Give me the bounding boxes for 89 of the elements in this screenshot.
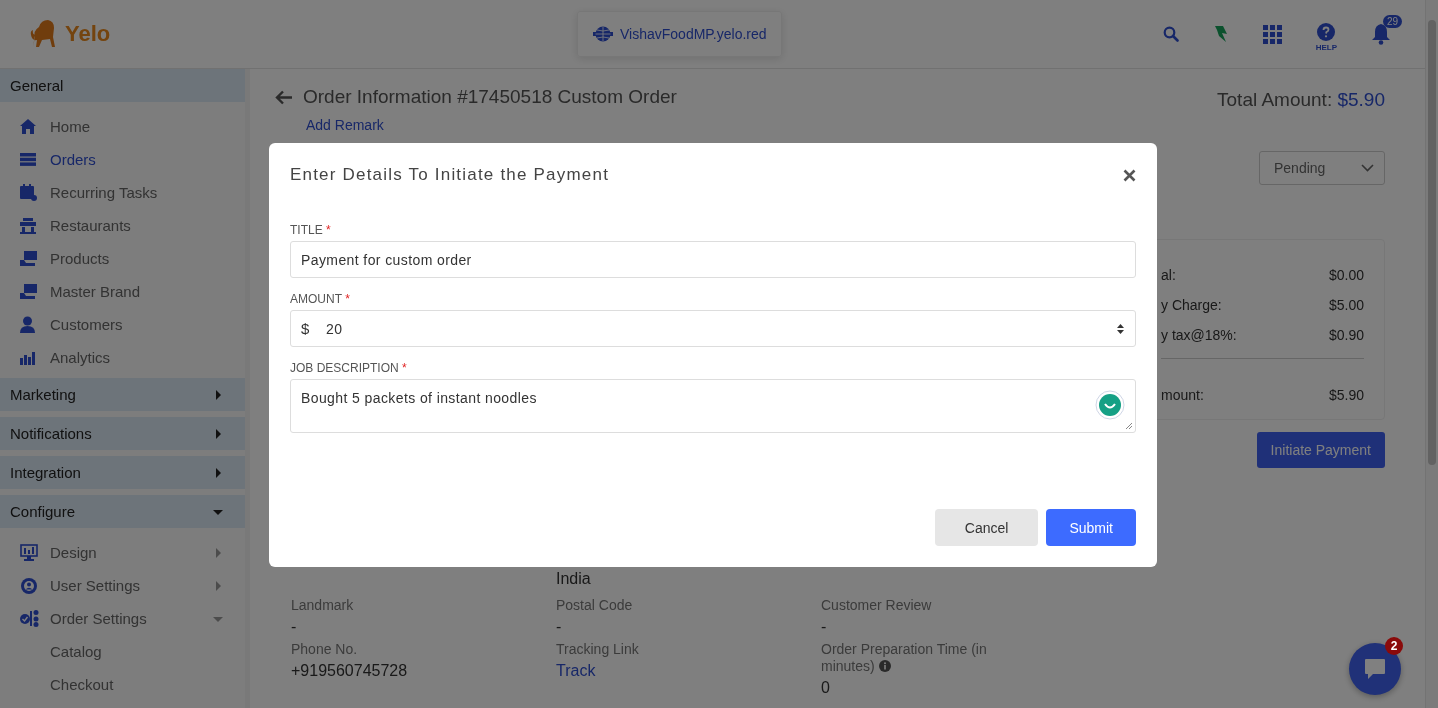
calendar-icon <box>20 184 37 201</box>
sidebar-item[interactable]: Customers <box>0 308 245 341</box>
sidebar-item[interactable]: Home <box>0 110 245 143</box>
speech-bubble-icon <box>1364 658 1386 680</box>
sidebar-section-header[interactable]: Configure <box>0 495 245 528</box>
domain-badge[interactable]: VishavFoodMP.yelo.red <box>577 11 782 57</box>
add-remark-link[interactable]: Add Remark <box>306 117 1385 133</box>
sidebar-item[interactable]: Master Brand <box>0 275 245 308</box>
resize-grip-icon <box>1125 422 1133 430</box>
sidebar-item[interactable]: Order Settings <box>0 602 245 635</box>
domain-text: VishavFoodMP.yelo.red <box>620 26 767 42</box>
description-textarea[interactable]: Bought 5 packets of instant noodles <box>290 379 1136 433</box>
required-asterisk: * <box>402 361 407 375</box>
sidebar-section-header[interactable]: Integration <box>0 456 245 489</box>
shop-icon <box>20 217 36 234</box>
detail-value: +919560745728 <box>291 662 409 679</box>
sidebar-item[interactable]: Restaurants <box>0 209 245 242</box>
summary-label: y Charge: <box>1161 297 1222 313</box>
person-icon <box>20 316 35 333</box>
tracking-link[interactable]: Track <box>556 662 821 679</box>
submit-button[interactable]: Submit <box>1046 509 1136 546</box>
total-amount: Total Amount: $5.90 <box>1217 89 1385 111</box>
detail-value: - <box>556 618 563 635</box>
spinner-arrows-icon <box>1116 322 1125 335</box>
sidebar-item[interactable]: Design <box>0 536 245 569</box>
chat-button[interactable] <box>1349 643 1401 695</box>
smiley-circle-icon[interactable] <box>1095 390 1125 420</box>
search-icon[interactable] <box>1162 26 1179 42</box>
summary-value: $5.90 <box>1328 387 1364 403</box>
help-button[interactable]: HELP <box>1315 22 1337 52</box>
sidebar-subitem[interactable]: Catalog <box>0 635 245 668</box>
scrollbar-thumb[interactable] <box>1428 20 1436 465</box>
sidebar-item[interactable]: User Settings <box>0 569 245 602</box>
globe-icon <box>592 26 614 42</box>
initiate-payment-button[interactable]: Initiate Payment <box>1256 432 1385 468</box>
detail-value: - <box>291 618 298 635</box>
monitor-icon <box>20 544 38 561</box>
sidebar-item[interactable]: Recurring Tasks <box>0 176 245 209</box>
box-in-hand-icon <box>20 284 37 299</box>
detail-value: 0 <box>821 679 831 696</box>
leaf-icon[interactable] <box>1212 24 1229 44</box>
list-icon <box>20 153 36 166</box>
sidebar-item[interactable]: Orders <box>0 143 245 176</box>
detail-label: Tracking Link <box>556 641 640 658</box>
dialog-title: Enter Details To Initiate the Payment <box>290 165 610 185</box>
summary-value: $0.00 <box>1328 267 1364 283</box>
summary-label: mount: <box>1161 387 1204 403</box>
required-asterisk: * <box>345 292 350 306</box>
amount-input[interactable]: $ 20 <box>290 310 1136 347</box>
required-asterisk: * <box>326 223 331 237</box>
detail-value: - <box>821 618 828 635</box>
notification-count-badge: 29 <box>1383 15 1403 28</box>
box-in-hand-icon <box>20 251 37 266</box>
detail-label: Phone No. <box>291 641 359 658</box>
sidebar-section-header[interactable]: Notifications <box>0 417 245 450</box>
logo-text: Yelo <box>65 21 111 47</box>
sidebar-subitem[interactable]: Checkout <box>0 668 245 701</box>
field-label: TITLE * <box>290 223 332 237</box>
cancel-button[interactable]: Cancel <box>934 509 1039 546</box>
chat-count-badge: 2 <box>1385 637 1403 655</box>
home-icon <box>20 119 36 134</box>
user-gear-icon <box>20 576 38 595</box>
address-text: India <box>556 570 592 587</box>
field-label: AMOUNT * <box>290 292 351 306</box>
title-input[interactable]: Payment for custom order <box>290 241 1136 278</box>
field-label: JOB DESCRIPTION * <box>290 361 408 375</box>
summary-label: al: <box>1161 267 1176 283</box>
bell-icon[interactable] <box>1371 23 1391 45</box>
summary-value: $5.00 <box>1328 297 1364 313</box>
back-arrow-icon[interactable] <box>275 89 293 105</box>
question-icon <box>1317 22 1336 41</box>
chevron-down-icon <box>1361 164 1374 172</box>
sidebar-item[interactable]: Analytics <box>0 341 245 374</box>
sidebar-item[interactable]: Products <box>0 242 245 275</box>
order-title: Order Information #17450518 Custom Order <box>303 86 677 108</box>
close-icon[interactable] <box>1123 168 1136 182</box>
grid-icon[interactable] <box>1262 24 1282 44</box>
summary-value: $0.90 <box>1328 327 1364 343</box>
detail-label: Landmark <box>291 597 355 614</box>
scrollbar[interactable] <box>1425 0 1438 708</box>
detail-label: Customer Review <box>821 597 933 614</box>
detail-label: Order Preparation Time (in minutes) <box>821 641 988 675</box>
sidebar-section-header[interactable]: General <box>0 69 245 102</box>
sidebar-section-header[interactable]: Marketing <box>0 378 245 411</box>
bar-chart-icon <box>20 350 35 365</box>
status-dropdown[interactable]: Pending <box>1259 151 1385 185</box>
flow-icon <box>20 610 39 627</box>
summary-label: y tax@18%: <box>1161 327 1237 343</box>
detail-label: Postal Code <box>556 597 634 614</box>
